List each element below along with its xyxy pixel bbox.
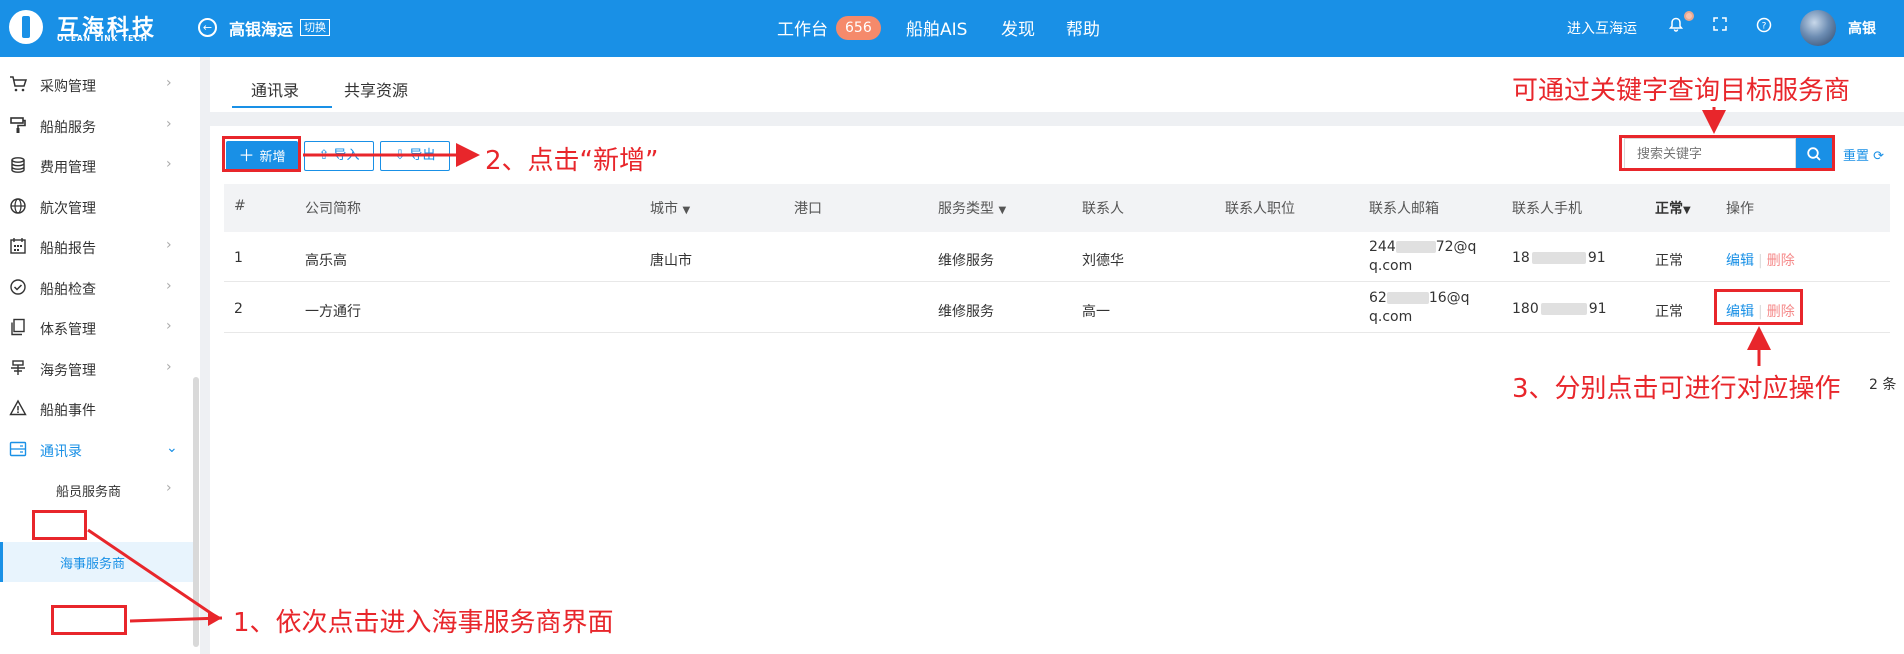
annotation-arrows <box>87 107 1771 626</box>
arrow-from-contacts <box>87 528 219 620</box>
